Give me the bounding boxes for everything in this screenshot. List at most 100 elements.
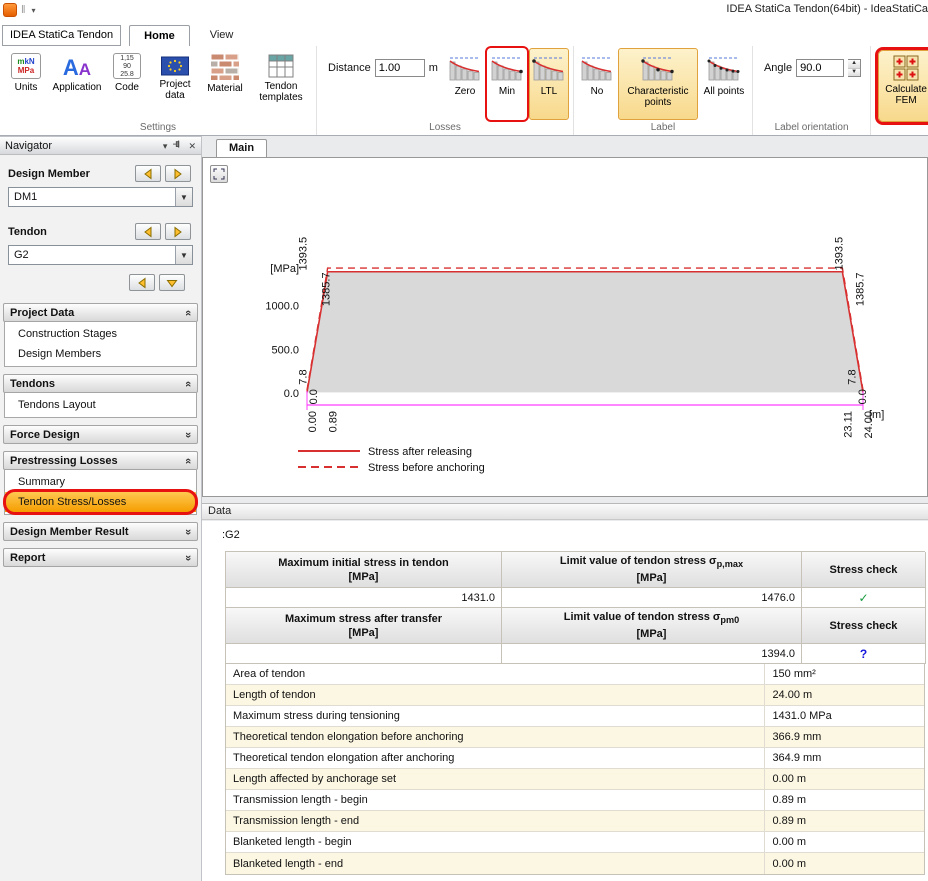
characteristic-points-icon (641, 53, 675, 83)
svg-text:0.0: 0.0 (857, 389, 869, 404)
section-force-design: Force Design » (3, 425, 198, 444)
tendon-label: Tendon (8, 226, 131, 238)
zero-losses-icon (448, 53, 482, 83)
arrow-down-icon (166, 277, 178, 289)
tendon-select[interactable]: G2 ▼ (8, 245, 193, 265)
tendon-back-button[interactable] (129, 274, 155, 291)
tendon-templates-button[interactable]: Tendon templates (250, 48, 312, 120)
sidebar-item-construction-stages[interactable]: Construction Stages (5, 324, 196, 344)
svg-text:1385.7: 1385.7 (321, 272, 333, 306)
property-row: Area of tendon 150 mm² (226, 664, 924, 685)
material-icon (211, 54, 239, 80)
svg-text:0.00: 0.00 (307, 411, 319, 432)
chevron-down-icon[interactable]: ▼ (175, 246, 192, 264)
title-bar: ‖ ▾ IDEA StatiCa Tendon(64bit) - IdeaSta… (0, 0, 928, 20)
chevron-double-up-icon: « (182, 380, 194, 386)
chevron-double-down-icon: » (182, 554, 194, 560)
svg-text:Stress before anchoring: Stress before anchoring (368, 462, 485, 474)
chevron-double-down-icon: » (182, 431, 194, 437)
design-member-select[interactable]: DM1 ▼ (8, 187, 193, 207)
svg-text:0.89: 0.89 (328, 411, 340, 432)
ltl-losses-icon (532, 53, 566, 83)
property-row: Blanketed length - end 0.00 m (226, 853, 924, 874)
svg-text:1393.5: 1393.5 (834, 237, 846, 271)
units-icon: mkN MPa (11, 53, 41, 79)
navigator-sections: Project Data « Construction Stages Desig… (0, 303, 201, 567)
design-member-label: Design Member (8, 168, 131, 180)
tendon-down-button[interactable] (159, 274, 185, 291)
material-button[interactable]: Material (202, 48, 248, 120)
application-button[interactable]: AA Application (50, 48, 104, 120)
fit-view-icon (213, 168, 225, 180)
losses-min-button[interactable]: Min (487, 48, 527, 120)
section-header-design-member-result[interactable]: Design Member Result » (3, 522, 198, 541)
tab-home[interactable]: Home (129, 25, 190, 46)
losses-ltl-button[interactable]: LTL (529, 48, 569, 120)
distance-input[interactable] (375, 59, 425, 77)
document-tab-strip: Main (202, 136, 928, 157)
stress-value-cell: 1431.0 (226, 588, 502, 608)
property-row: Maximum stress during tensioning 1431.0 … (226, 706, 924, 727)
close-icon[interactable]: ✕ (188, 141, 196, 151)
label-no-button[interactable]: No (578, 48, 616, 120)
fit-view-button[interactable] (210, 165, 228, 183)
application-icon: AA (63, 53, 91, 79)
section-header-project-data[interactable]: Project Data « (3, 303, 198, 322)
design-member-next-button[interactable] (165, 165, 191, 182)
angle-label: Angle (764, 62, 792, 74)
chevron-down-icon[interactable]: ▼ (175, 188, 192, 206)
no-label-icon (580, 53, 614, 83)
group-caption-label: Label (577, 120, 749, 135)
section-header-prestressing-losses[interactable]: Prestressing Losses « (3, 451, 198, 470)
navigator-header: Navigator ▾ ✕ (0, 137, 201, 155)
tab-view[interactable]: View (196, 25, 248, 46)
tendon-properties-table: Area of tendon 150 mm² Length of tendon … (225, 664, 925, 875)
distance-unit: m (429, 62, 438, 74)
project-data-button[interactable]: Project data (150, 48, 200, 120)
application-menu-button[interactable]: IDEA StatiCa Tendon (2, 25, 121, 46)
tendon-next-button[interactable] (165, 223, 191, 240)
sidebar-item-tendon-stress-losses[interactable]: Tendon Stress/Losses (5, 492, 196, 512)
design-member-prev-button[interactable] (135, 165, 161, 182)
tendon-prev-button[interactable] (135, 223, 161, 240)
svg-text:Stress after releasing: Stress after releasing (368, 446, 472, 458)
svg-text:7.8: 7.8 (297, 369, 309, 384)
losses-zero-button[interactable]: Zero (445, 48, 485, 120)
code-button[interactable]: 1,15 90 25.8 Code (106, 48, 148, 120)
sidebar-item-summary[interactable]: Summary (5, 472, 196, 492)
quick-access-caret-icon[interactable]: ▾ (32, 6, 36, 15)
svg-text:[MPa]: [MPa] (270, 263, 299, 275)
tendon-stress-chart: [MPa]1000.0500.00.00.000.8923.1124.00[m]… (203, 158, 925, 494)
calculate-fem-icon (893, 55, 919, 81)
section-tendons: Tendons « Tendons Layout (3, 374, 198, 418)
window-title: IDEA StatiCa Tendon(64bit) - IdeaStatiCa (726, 3, 928, 15)
tab-main[interactable]: Main (216, 139, 267, 157)
arrow-left-icon (142, 168, 154, 180)
stress-check-table: Maximum initial stress in tendon [MPa] L… (225, 551, 925, 664)
data-panel-caption: Data (202, 503, 928, 520)
angle-input[interactable] (796, 59, 844, 77)
section-header-report[interactable]: Report » (3, 548, 198, 567)
property-row: Transmission length - end 0.89 m (226, 811, 924, 832)
design-member-row: Design Member (8, 165, 191, 182)
label-characteristic-points-button[interactable]: Characteristic points (618, 48, 698, 120)
ribbon-group-losses: Distance m Zero Min LTL Losses (317, 46, 574, 135)
tendon-extra-buttons (0, 274, 185, 291)
units-button[interactable]: mkN MPa Units (4, 48, 48, 120)
pin-icon[interactable] (173, 140, 182, 151)
angle-spinner-up-icon[interactable]: ▲ (848, 60, 860, 69)
section-project-data: Project Data « Construction Stages Desig… (3, 303, 198, 367)
label-all-points-button[interactable]: All points (700, 48, 748, 120)
tendon-id-label: :G2 (222, 529, 928, 541)
navigator-menu-icon[interactable]: ▾ (163, 141, 168, 151)
chevron-double-down-icon: » (182, 528, 194, 534)
sidebar-item-tendons-layout[interactable]: Tendons Layout (5, 395, 196, 415)
sidebar-item-design-members[interactable]: Design Members (5, 344, 196, 364)
angle-spinner-down-icon[interactable]: ▼ (848, 69, 860, 77)
section-header-tendons[interactable]: Tendons « (3, 374, 198, 393)
section-header-force-design[interactable]: Force Design » (3, 425, 198, 444)
calculate-fem-button[interactable]: Calculate FEM (878, 50, 928, 122)
section-report: Report » (3, 548, 198, 567)
ribbon-group-label-orientation: Angle ▲ ▼ Label orientation (753, 46, 871, 135)
ribbon-group-calculate: Calculate FEM (871, 46, 928, 135)
